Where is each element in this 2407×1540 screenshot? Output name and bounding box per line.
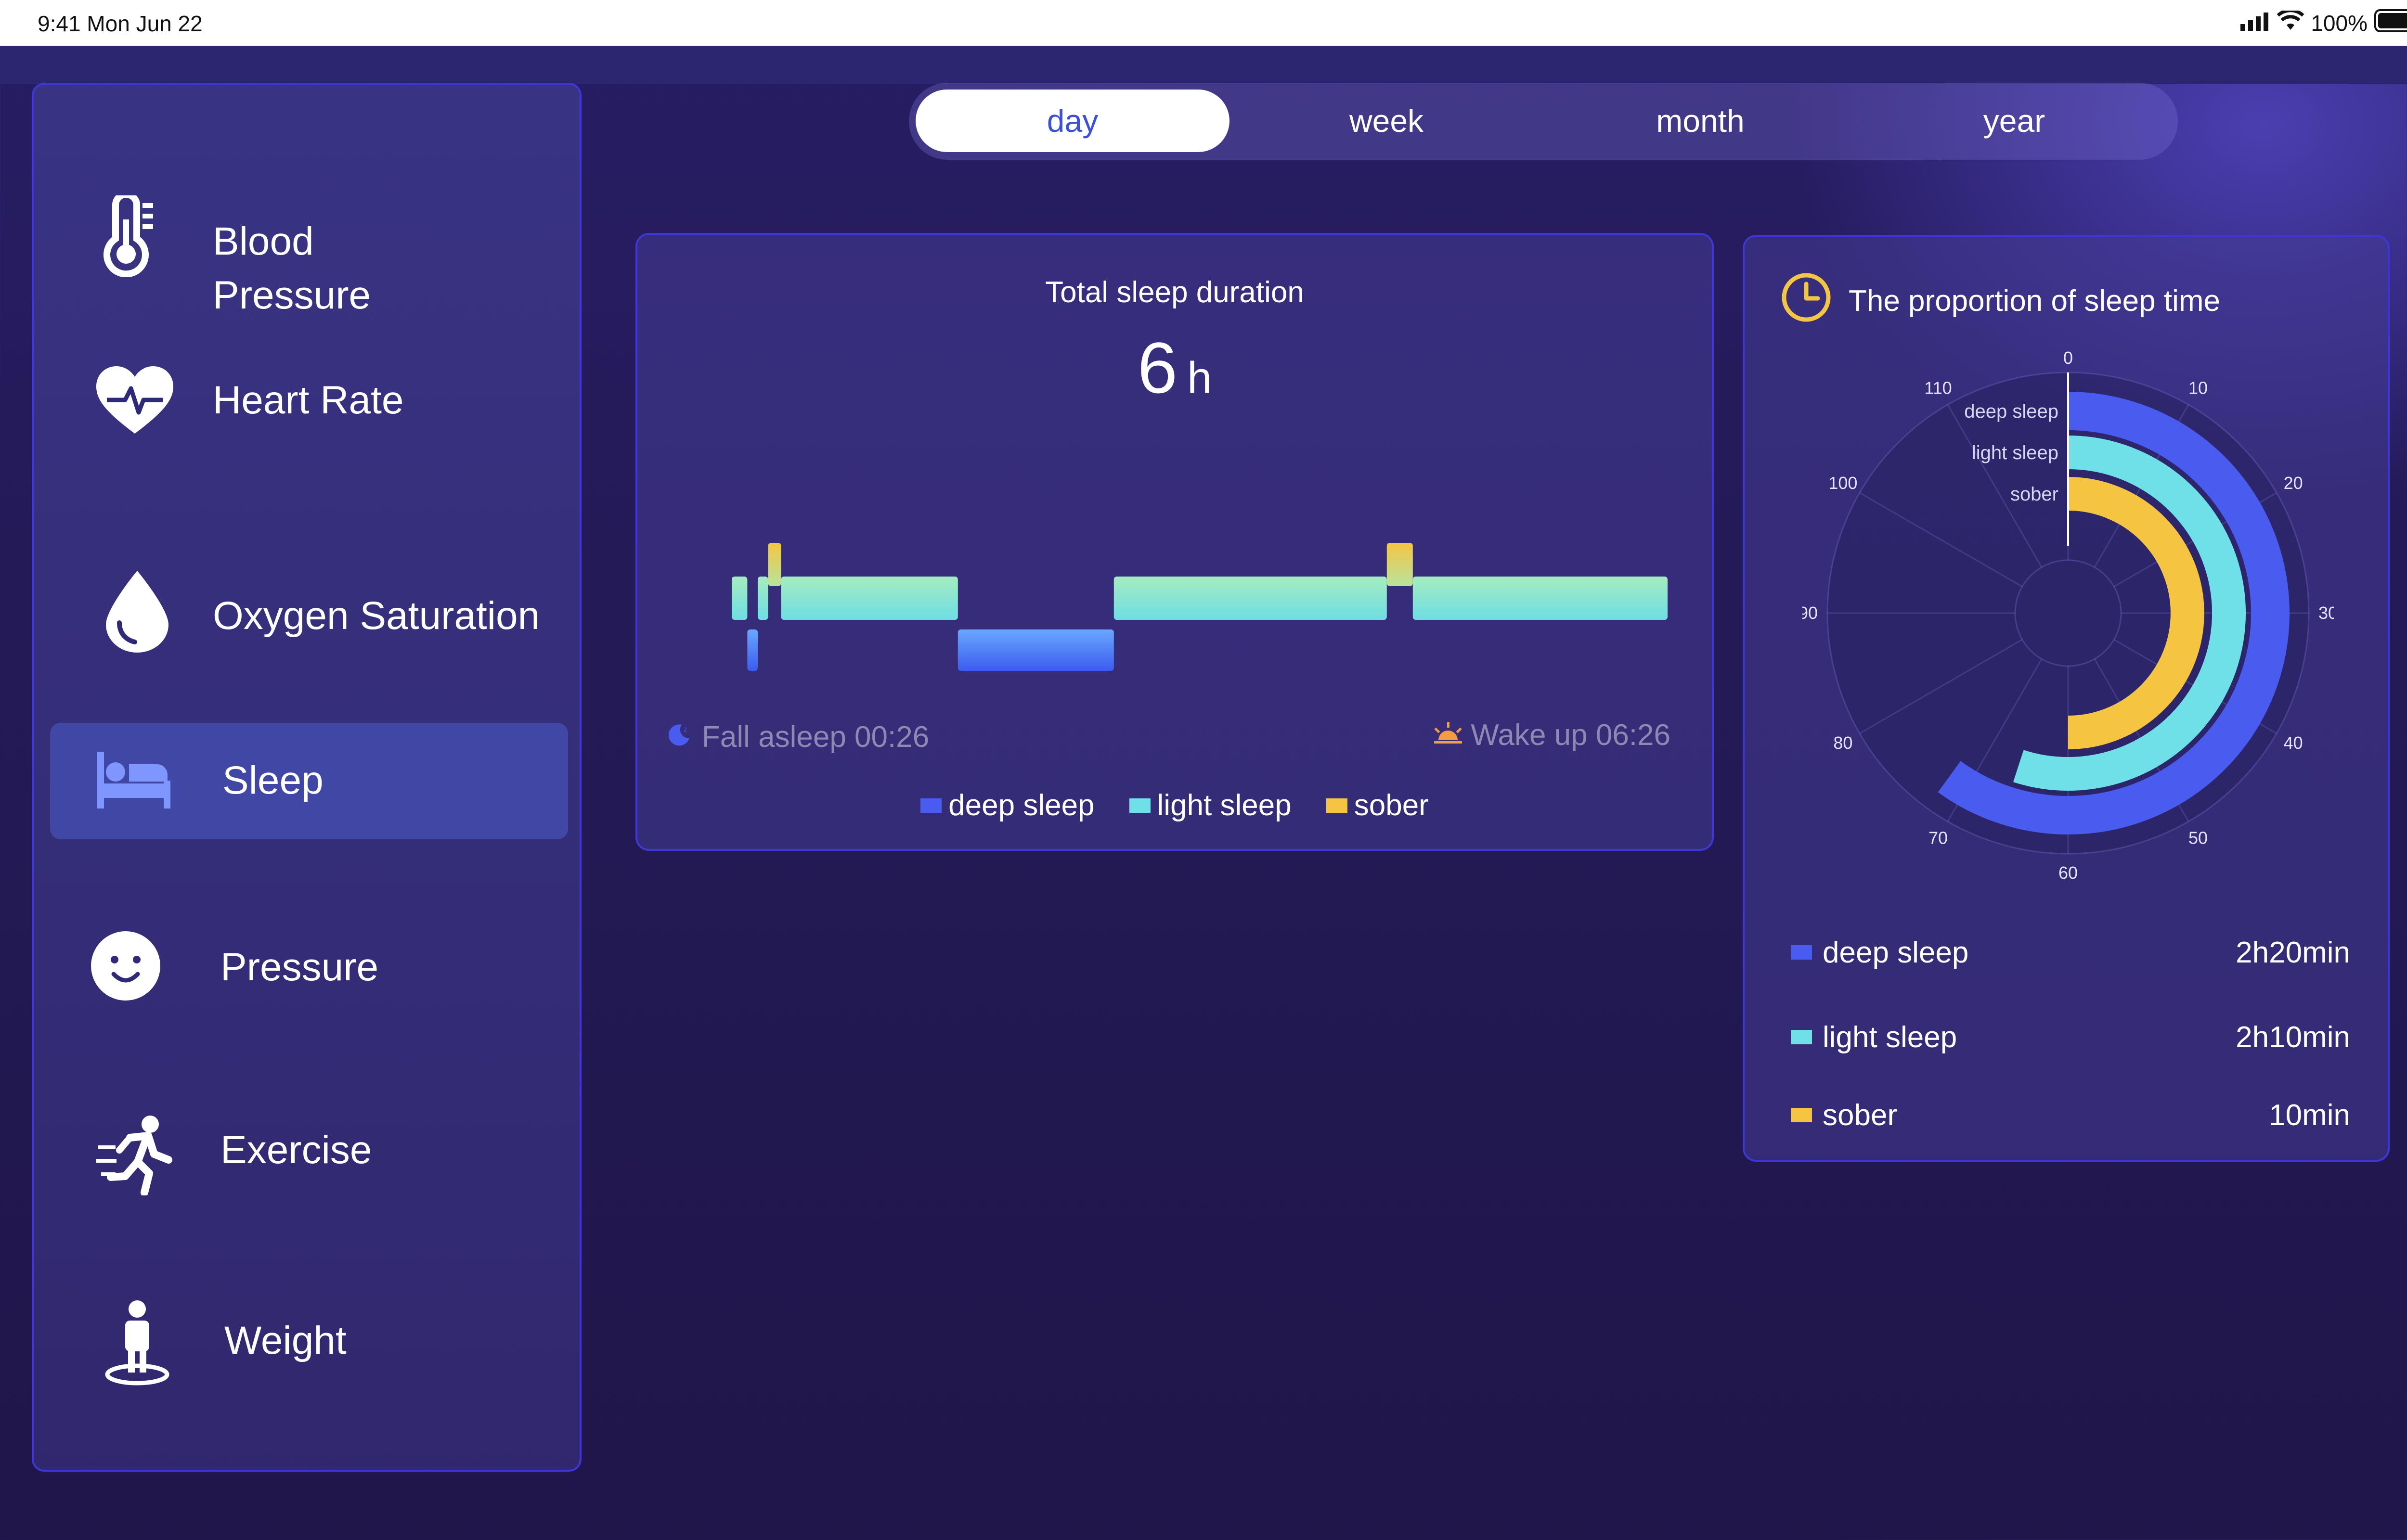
timeline-segment-light-sleep xyxy=(781,577,958,620)
sober-swatch xyxy=(1791,1108,1812,1122)
timeline-segment-deep-sleep xyxy=(958,629,1114,671)
angular-tick-label: 0 xyxy=(2063,348,2073,368)
tab-day[interactable]: day xyxy=(916,90,1229,152)
timeline-segment-light-sleep xyxy=(1113,577,1387,620)
proportion-title: The proportion of sleep time xyxy=(1849,284,2220,318)
wake-up-label: Wake up 06:26 xyxy=(1471,719,1670,752)
angular-tick-label: 90 xyxy=(1802,603,1818,623)
tab-year[interactable]: year xyxy=(1857,90,2171,152)
row-name: sober xyxy=(1823,1098,1898,1132)
heart-pulse-icon xyxy=(96,366,173,438)
status-time: 9:41 Mon Jun 22 xyxy=(38,11,203,36)
timeline-segment-light-sleep xyxy=(758,577,768,620)
sunrise-icon xyxy=(1432,718,1464,752)
timeline-segment-light-sleep xyxy=(732,577,748,620)
angular-tick-label: 110 xyxy=(1924,378,1952,398)
sidebar-item-exercise[interactable]: Exercise xyxy=(34,1092,580,1203)
fall-asleep-label: Fall asleep 00:26 xyxy=(702,720,930,754)
wake-up: Wake up 06:26 xyxy=(1432,718,1670,752)
sidebar-item-label: Pressure xyxy=(220,945,379,989)
sidebar-item-label: Sleep xyxy=(222,758,324,802)
angular-tick-label: 50 xyxy=(2188,828,2208,848)
cellular-signal-icon xyxy=(2240,10,2270,36)
battery-icon xyxy=(2374,9,2407,38)
angular-tick-label: 70 xyxy=(1928,828,1948,848)
duration-title: Total sleep duration xyxy=(1045,276,1304,309)
timeline-segment-sober xyxy=(768,543,781,586)
proportion-row-deep-sleep: deep sleep 2h20min xyxy=(1791,931,2350,974)
legend-label: light sleep xyxy=(1157,789,1292,822)
sidebar-item-pressure[interactable]: Pressure xyxy=(34,911,580,1021)
duration-value: 6h xyxy=(637,326,1712,410)
sidebar-item-heart-rate[interactable]: Heart Rate xyxy=(34,335,580,446)
clock-icon xyxy=(1781,272,1831,330)
sidebar-item-label: Heart Rate xyxy=(213,378,404,422)
angular-tick-label: 80 xyxy=(1833,733,1852,753)
sidebar-item-label: Weight xyxy=(224,1319,347,1362)
ring-label: light sleep xyxy=(1972,442,2058,463)
runner-icon xyxy=(96,1114,172,1196)
battery-percent: 100% xyxy=(2311,11,2368,36)
row-value: 2h20min xyxy=(2236,936,2350,969)
sidebar: Blood Pressure Heart Rate Oxygen Saturat… xyxy=(32,83,582,1472)
sidebar-item-weight[interactable]: Weight xyxy=(34,1286,580,1397)
deep-sleep-swatch xyxy=(920,798,942,813)
status-bar: 9:41 Mon Jun 22 100% xyxy=(0,0,2407,46)
drop-icon xyxy=(106,571,178,653)
timeline-segment-deep-sleep xyxy=(747,629,758,671)
angular-tick-label: 100 xyxy=(1828,473,1857,493)
sober-swatch xyxy=(1326,798,1347,813)
sidebar-item-label: Blood Pressure xyxy=(213,219,371,317)
angular-tick-label: 40 xyxy=(2284,733,2303,753)
timeline-segment-light-sleep xyxy=(1412,577,1668,620)
legend-item-deep-sleep: deep sleep xyxy=(920,788,1095,822)
duration-number: 6 xyxy=(1137,327,1178,408)
legend-label: deep sleep xyxy=(948,789,1095,822)
light-sleep-swatch xyxy=(1791,1030,1812,1044)
svg-text:z: z xyxy=(684,726,687,733)
row-name: deep sleep xyxy=(1823,936,1969,969)
radial-sleep-chart: 0 10 20 30 40 50 60 70 80 90 100 110 deep sleep light… xyxy=(1802,348,2334,879)
light-sleep-swatch xyxy=(1129,798,1151,813)
status-indicators: 100% xyxy=(2240,7,2407,39)
tab-month[interactable]: month xyxy=(1543,90,1857,152)
wifi-icon xyxy=(2277,9,2304,36)
thermometer-icon xyxy=(96,191,168,278)
row-name: light sleep xyxy=(1823,1020,1957,1054)
row-value: 10min xyxy=(2269,1098,2350,1132)
ring-label: sober xyxy=(2010,484,2058,505)
stage-legend: deep sleep light sleep sober xyxy=(637,788,1712,822)
sleep-duration-card: Total sleep duration 6h z Fall asleep 00… xyxy=(635,233,1714,851)
sidebar-item-oxygen-saturation[interactable]: Oxygen Saturation xyxy=(34,542,580,653)
header-strip xyxy=(0,46,2407,84)
angular-tick-label: 60 xyxy=(2058,863,2078,879)
bed-icon xyxy=(95,750,170,822)
fall-asleep: z Fall asleep 00:26 xyxy=(667,720,929,754)
proportion-header: The proportion of sleep time xyxy=(1781,272,2220,330)
legend-label: sober xyxy=(1354,789,1429,822)
proportion-row-sober: sober 10min xyxy=(1791,1093,2350,1137)
legend-item-light-sleep: light sleep xyxy=(1129,788,1292,822)
period-tabs: day week month year xyxy=(909,83,2178,160)
sidebar-item-label: Oxygen Saturation xyxy=(213,594,540,638)
timeline-segment-sober xyxy=(1386,543,1413,586)
smiley-icon xyxy=(90,930,162,1002)
ring-label: deep sleep xyxy=(1964,401,2058,422)
sidebar-item-label: Exercise xyxy=(220,1128,372,1172)
sidebar-item-blood-pressure[interactable]: Blood Pressure xyxy=(34,138,580,317)
moon-icon: z xyxy=(667,720,691,754)
legend-item-sober: sober xyxy=(1326,788,1429,822)
deep-sleep-swatch xyxy=(1791,945,1812,960)
angular-tick-label: 20 xyxy=(2284,473,2303,493)
sleep-proportion-card: The proportion of sleep time 0 10 20 30 40 50… xyxy=(1743,235,2390,1162)
sidebar-item-sleep[interactable]: Sleep xyxy=(34,723,580,839)
angular-tick-label: 10 xyxy=(2188,378,2208,398)
row-value: 2h10min xyxy=(2236,1020,2350,1054)
person-scale-icon xyxy=(101,1299,173,1386)
tab-week[interactable]: week xyxy=(1229,90,1543,152)
duration-unit: h xyxy=(1187,353,1212,402)
angular-tick-label: 30 xyxy=(2318,603,2334,623)
proportion-row-light-sleep: light sleep 2h10min xyxy=(1791,1015,2350,1059)
